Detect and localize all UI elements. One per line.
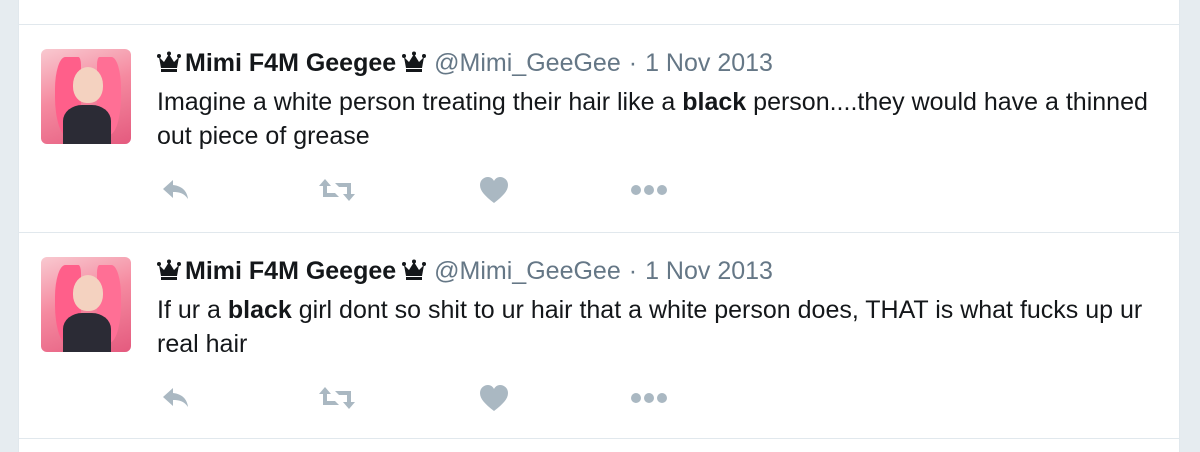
bold-keyword: black xyxy=(682,88,747,116)
crown-icon xyxy=(402,51,427,79)
tweet-date[interactable]: 1 Nov 2013 xyxy=(645,49,773,77)
crown-icon xyxy=(157,51,181,79)
separator-dot: · xyxy=(628,49,638,77)
timeline: Mimi F4M Geegee @Mimi_GeeGee · 1 Nov 2013 … xyxy=(18,0,1180,452)
like-icon[interactable] xyxy=(479,383,509,413)
retweet-icon[interactable] xyxy=(317,383,357,413)
tweet-actions xyxy=(157,383,677,413)
display-name[interactable]: Mimi F4M Geegee xyxy=(185,49,396,77)
crown-icon xyxy=(402,259,427,287)
avatar[interactable] xyxy=(41,49,131,144)
tweet-header: Mimi F4M Geegee @Mimi_GeeGee · 1 Nov 2013 xyxy=(157,49,773,79)
tweet-header: Mimi F4M Geegee @Mimi_GeeGee · 1 Nov 2013 xyxy=(157,257,773,287)
divider xyxy=(19,438,1179,439)
display-name[interactable]: Mimi F4M Geegee xyxy=(185,257,396,285)
like-icon[interactable] xyxy=(479,175,509,205)
retweet-icon[interactable] xyxy=(317,175,357,205)
more-icon[interactable] xyxy=(631,383,667,413)
bold-keyword: black xyxy=(227,296,292,324)
tweet-actions xyxy=(157,175,677,205)
avatar[interactable] xyxy=(41,257,131,352)
reply-icon[interactable] xyxy=(161,383,191,413)
crown-icon xyxy=(157,259,181,287)
handle[interactable]: @Mimi_GeeGee xyxy=(434,49,621,77)
tweet[interactable]: Mimi F4M Geegee @Mimi_GeeGee · 1 Nov 2013 … xyxy=(19,25,1179,233)
separator-dot: · xyxy=(628,257,638,285)
tweet-text: Imagine a white person treating their ha… xyxy=(157,88,1148,150)
tweet-date[interactable]: 1 Nov 2013 xyxy=(645,257,773,285)
tweet-text: If ur a black girl dont so shit to ur ha… xyxy=(157,296,1143,358)
more-icon[interactable] xyxy=(631,175,667,205)
handle[interactable]: @Mimi_GeeGee xyxy=(434,257,621,285)
tweet[interactable]: Mimi F4M Geegee @Mimi_GeeGee · 1 Nov 2013 … xyxy=(19,233,1179,441)
reply-icon[interactable] xyxy=(161,175,191,205)
